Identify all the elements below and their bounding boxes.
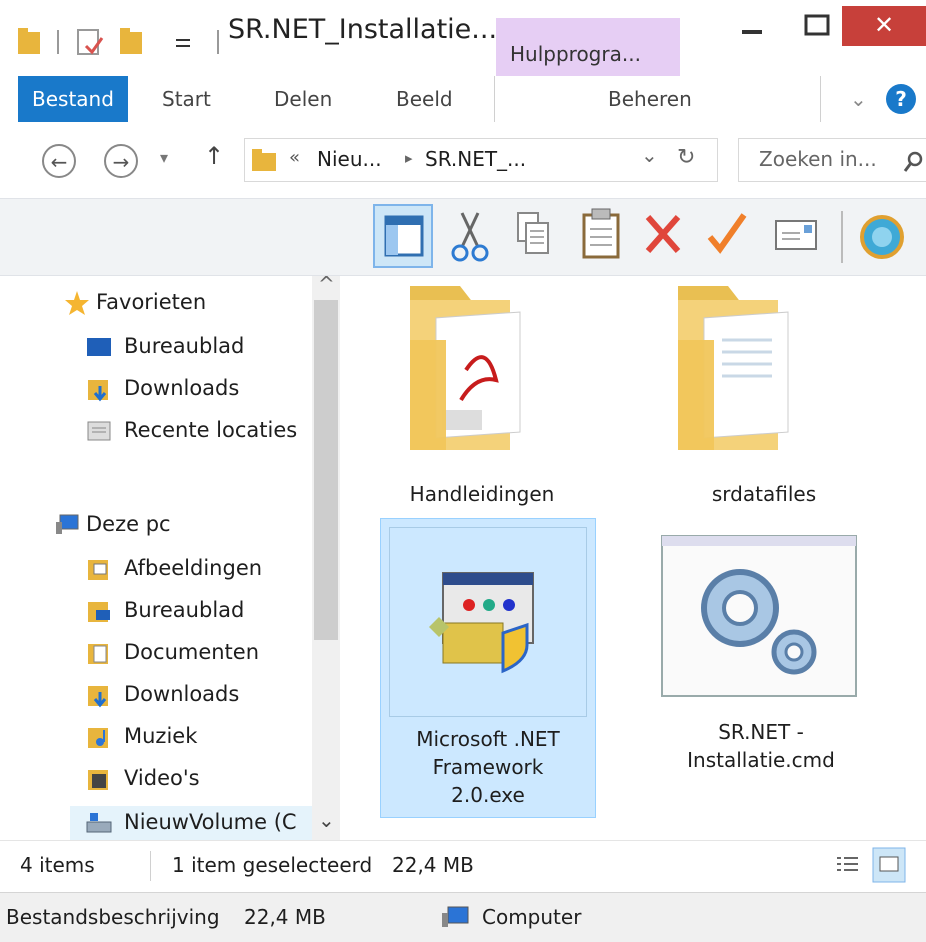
help-icon[interactable]: ? [886,84,916,114]
context-tab-label: Hulpprogra... [510,42,641,66]
documents-folder-icon [88,644,108,664]
up-button[interactable]: ↑ [204,142,224,170]
file-size: 22,4 MB [244,905,326,929]
nav-label: Video's [124,766,200,790]
tab-start[interactable]: Start [148,76,225,122]
file-name-line: 2.0.exe [451,783,525,807]
file-description: Bestandsbeschrijving [6,905,220,929]
nav-label: Muziek [124,724,198,748]
recent-places-icon [87,421,111,441]
tab-delen[interactable]: Delen [260,76,346,122]
nav-label: Documenten [124,640,260,664]
breadcrumb-srnet[interactable]: SR.NET_... [425,147,526,171]
details-bar: Bestandsbeschrijving 22,4 MB Computer [0,892,926,942]
breadcrumb-separator[interactable]: ▸ [405,149,413,167]
drive-icon [86,813,112,833]
folder-icon [410,286,521,450]
desktop-icon [87,338,111,356]
nav-nieuwvolume[interactable]: NieuwVolume (C [70,806,330,840]
layout-pane-icon[interactable] [373,204,433,268]
file-srdatafiles[interactable]: srdatafiles [658,276,870,516]
star-icon [65,291,89,315]
details-view-icon[interactable] [834,853,860,879]
ribbon-tabs: Bestand Start Delen Beeld Beheren ⌄ ? [0,76,926,123]
file-name: Handleidingen [409,482,555,506]
item-count: 4 items [20,853,95,877]
nav-label: NieuwVolume (C [124,810,297,834]
recent-locations-button[interactable]: ▾ [160,148,168,167]
pictures-folder-icon [88,560,108,580]
nav-label: Deze pc [86,512,171,536]
breadcrumb-overflow[interactable]: « [289,147,300,168]
desktop-folder-icon [88,602,110,622]
properties-icon[interactable] [775,220,817,250]
installer-icon [429,572,534,674]
file-name-line: Microsoft .NET [416,727,560,751]
computer-icon [442,906,469,927]
nav-label: Recente locaties [124,418,298,442]
nav-label: Downloads [124,376,240,400]
toolbar-icons [373,204,904,268]
quick-access-toolbar[interactable] [16,24,222,58]
navpane-scroll-thumb[interactable] [314,300,338,640]
status-bar: 4 items 1 item geselecteerd 22,4 MB [0,840,926,893]
location-label: Computer [482,905,582,929]
nav-label: Afbeeldingen [124,556,263,580]
cmd-gear-icon [661,535,857,697]
file-name: srdatafiles [711,482,817,506]
videos-folder-icon [88,770,108,790]
command-toolbar [0,198,926,276]
paste-icon[interactable] [582,208,620,259]
downloads-folder-icon [88,380,108,402]
ribbon-expand-button[interactable]: ⌄ [836,76,881,122]
navigation-pane: Favorieten Bureaublad Downloads Recente … [0,276,340,840]
address-row: ← → ▾ ↑ « Nieu... ▸ SR.NET_... ⌄ ↻ Zoeke… [0,122,926,198]
delete-icon[interactable] [645,215,681,253]
folder-icon [252,149,276,171]
file-name-line: Framework [432,755,544,779]
cut-icon[interactable] [451,212,489,262]
shell-icon[interactable] [860,215,904,259]
forward-button[interactable]: → [104,144,138,178]
nav-label: Favorieten [96,290,207,314]
search-placeholder: Zoeken in... [759,147,877,171]
file-name-line: Installatie.cmd [687,748,835,772]
check-icon[interactable] [707,213,747,254]
back-button[interactable]: ← [42,144,76,178]
selection-size: 22,4 MB [392,853,474,877]
nav-label: Bureaublad [124,334,245,358]
folder-icon [678,286,789,450]
address-bar[interactable]: « Nieu... ▸ SR.NET_... ⌄ ↻ [244,138,718,182]
close-button[interactable]: ✕ [842,6,926,46]
file-name-line: SR.NET - [718,720,804,744]
context-tab-hulpprogrammas[interactable]: Hulpprogra... [496,18,680,76]
selection-info: 1 item geselecteerd [172,853,373,877]
minimize-button[interactable] [726,6,782,46]
copy-icon[interactable] [517,212,549,254]
tab-bestand[interactable]: Bestand [18,76,128,122]
window-title: SR.NET_Installatie... [228,14,498,45]
search-icon [903,151,923,172]
search-input[interactable]: Zoeken in... [738,138,926,182]
file-handleidingen[interactable]: Handleidingen [376,276,588,516]
file-microsoft-net-framework[interactable]: Microsoft .NET Framework 2.0.exe [380,518,596,818]
scroll-up-button[interactable]: ^ [318,272,335,296]
nav-label: Bureaublad [124,598,245,622]
maximize-button[interactable] [796,6,842,46]
tab-beheren[interactable]: Beheren [594,76,706,122]
refresh-button[interactable]: ↻ [677,145,695,170]
nav-label: Downloads [124,682,240,706]
downloads-folder-icon [88,686,108,708]
file-srnet-installatie-cmd[interactable]: SR.NET - Installatie.cmd [656,534,866,794]
breadcrumb-nieuwvolume[interactable]: Nieu... [317,147,382,171]
large-icons-view-icon[interactable] [872,847,906,883]
computer-icon [56,514,79,534]
address-dropdown-button[interactable]: ⌄ [641,143,658,167]
music-folder-icon [88,728,108,748]
scroll-down-button[interactable]: ⌄ [318,808,335,832]
tab-beeld[interactable]: Beeld [382,76,467,122]
title-bar: SR.NET_Installatie... Hulpprogra... ✕ [0,0,926,76]
